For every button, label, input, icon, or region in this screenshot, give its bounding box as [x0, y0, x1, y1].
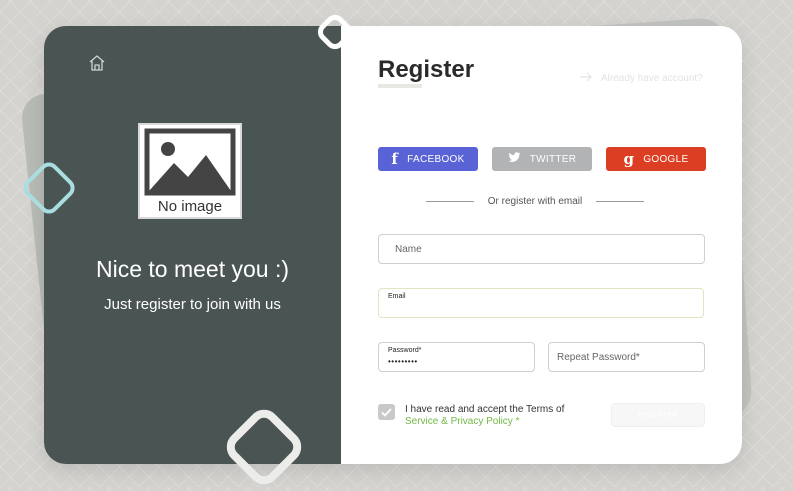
divider-line-right	[596, 201, 644, 202]
facebook-label: FACEBOOK	[407, 153, 465, 165]
terms-text: I have read and accept the Terms of Serv…	[405, 404, 564, 428]
google-icon: g	[623, 150, 635, 168]
password-input[interactable]: Password* •••••••••	[378, 342, 535, 372]
image-icon	[144, 128, 236, 196]
twitter-button[interactable]: TWITTER	[492, 147, 592, 171]
password-label: Password*	[388, 347, 422, 354]
email-input[interactable]: Email	[378, 288, 704, 318]
google-label: GOOGLE	[643, 153, 689, 165]
register-card: No image Nice to meet you :) Just regist…	[44, 26, 742, 464]
facebook-button[interactable]: f FACEBOOK	[378, 147, 478, 171]
repeat-password-input[interactable]: Repeat Password*	[548, 342, 705, 372]
name-placeholder: Name	[395, 244, 422, 255]
page-title: Register	[378, 56, 475, 83]
terms-label: I have read and accept the Terms of	[405, 404, 565, 415]
email-label: Email	[388, 293, 406, 300]
repeat-password-placeholder: Repeat Password*	[557, 352, 640, 363]
twitter-label: TWITTER	[529, 153, 577, 165]
name-input[interactable]: Name	[378, 234, 705, 264]
login-link-label: Already have account?	[601, 73, 703, 84]
no-image-label: No image	[157, 198, 223, 215]
terms-link[interactable]: Service & Privacy Policy *	[405, 416, 564, 428]
email-divider: Or register with email	[426, 196, 644, 207]
twitter-icon	[508, 152, 521, 166]
terms-checkbox[interactable]	[378, 404, 395, 420]
login-link[interactable]: Already have account?	[579, 72, 703, 85]
divider-text: Or register with email	[487, 196, 583, 207]
arrow-right-icon	[579, 72, 593, 85]
title-underline	[378, 84, 422, 88]
register-form-panel: Register Already have account? f FACEBOO…	[341, 26, 742, 464]
check-icon	[381, 407, 392, 417]
password-value: •••••••••	[388, 357, 418, 366]
home-icon[interactable]	[88, 54, 106, 72]
divider-line-left	[426, 201, 474, 202]
profile-image-placeholder: No image	[138, 123, 242, 219]
welcome-subtitle: Just register to join with us	[104, 296, 281, 313]
facebook-icon: f	[391, 150, 399, 168]
google-button[interactable]: g GOOGLE	[606, 147, 706, 171]
register-button[interactable]: REGISTER	[611, 403, 705, 427]
welcome-panel: No image Nice to meet you :) Just regist…	[44, 26, 341, 464]
welcome-title: Nice to meet you :)	[95, 256, 290, 282]
